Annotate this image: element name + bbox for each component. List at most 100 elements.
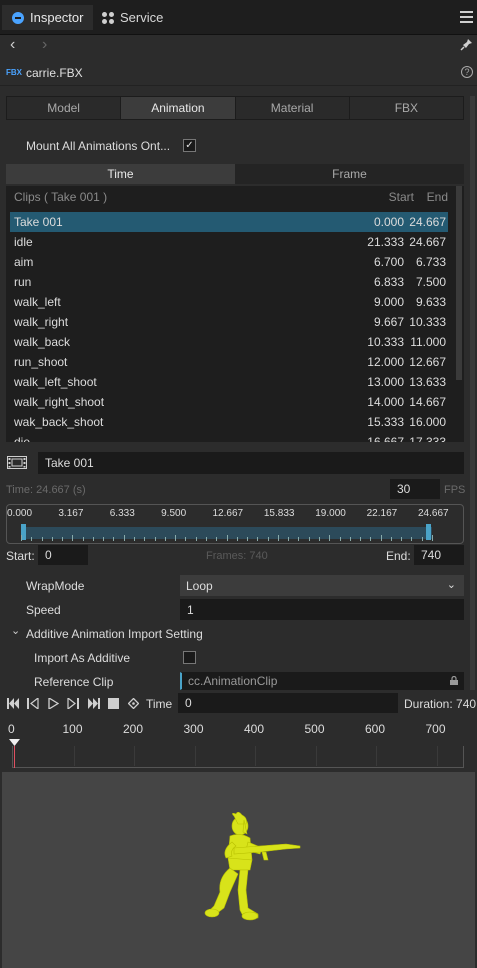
clip-row[interactable]: Take 001 0.000 24.667 (10, 212, 448, 232)
fps-input[interactable]: 30 (390, 479, 440, 499)
range-label: 0.000 (7, 508, 33, 519)
clip-end: 12.667 (409, 355, 446, 369)
clip-name: aim (14, 255, 34, 269)
range-tick (92, 537, 94, 541)
jump-to-end-icon[interactable] (88, 698, 100, 709)
additive-section-title[interactable]: Additive Animation Import Setting (26, 627, 203, 641)
wrap-mode-value: Loop (186, 578, 213, 593)
lock-icon (450, 676, 458, 685)
range-tick (226, 535, 228, 541)
start-input[interactable]: 0 (38, 545, 88, 565)
tab-time[interactable]: Time (6, 164, 235, 184)
range-ticks (21, 535, 433, 541)
clip-start: 21.333 (367, 235, 404, 249)
tab-fbx[interactable]: FBX (350, 97, 463, 119)
clip-row[interactable]: wak_back_shoot 15.333 16.000 (10, 412, 448, 432)
timeline-track[interactable] (12, 746, 464, 768)
range-tick (401, 537, 403, 541)
tab-inspector-label: Inspector (30, 10, 84, 25)
clip-row[interactable]: aim 6.700 6.733 (10, 252, 448, 272)
clips-list: Clips ( Take 001 ) Start End Take 001 0.0… (6, 186, 464, 442)
clip-start: 12.000 (367, 355, 404, 369)
clips-start-header: Start (388, 190, 414, 204)
tab-service[interactable]: Service (92, 5, 173, 30)
collapse-chevron-icon[interactable]: ⌄ (11, 624, 20, 637)
clip-row[interactable]: walk_left 9.000 9.633 (10, 292, 448, 312)
clip-row[interactable]: idle 21.333 24.667 (10, 232, 448, 252)
clip-name-input[interactable]: Take 001 (38, 452, 464, 474)
clip-row[interactable]: walk_back 10.333 11.000 (10, 332, 448, 352)
clip-row[interactable]: walk_right 9.667 10.333 (10, 312, 448, 332)
range-tick (154, 537, 156, 541)
next-frame-icon[interactable] (67, 698, 79, 709)
mount-all-label: Mount All Animations Ont... (26, 139, 171, 153)
clip-end: 7.500 (415, 275, 446, 289)
range-label: 3.167 (58, 508, 84, 519)
character-model (204, 812, 301, 921)
tab-model[interactable]: Model (7, 97, 122, 119)
chevron-down-icon: ⌄ (446, 579, 456, 591)
end-input[interactable]: 740 (414, 545, 464, 565)
speed-input[interactable]: 1 (180, 599, 464, 620)
range-tick (51, 537, 53, 541)
clip-row[interactable]: die 16.667 17.333 (10, 432, 448, 442)
range-tick (298, 537, 300, 541)
range-tick (329, 535, 331, 541)
keyframe-icon[interactable] (128, 698, 139, 709)
playhead-icon[interactable] (8, 739, 21, 769)
range-tick (421, 537, 423, 541)
clip-range-ruler[interactable]: 0.000 3.167 6.333 9.500 12.667 15.833 19.000 22… (6, 504, 464, 544)
range-tick (31, 537, 33, 541)
panel-tab-bar: Inspector Service (0, 0, 477, 35)
prev-frame-icon[interactable] (27, 698, 39, 709)
import-additive-checkbox[interactable] (183, 651, 196, 664)
clip-time-info: Time: 24.667 (s) (6, 484, 86, 496)
back-arrow-icon[interactable]: ‹ (10, 36, 15, 54)
clip-row[interactable]: walk_right_shoot 14.000 14.667 (10, 392, 448, 412)
timeline-mark (255, 746, 256, 766)
clip-start: 9.667 (373, 315, 404, 329)
tab-material[interactable]: Material (236, 97, 350, 119)
mount-all-checkbox[interactable]: ✓ (183, 139, 196, 152)
tab-frame[interactable]: Frame (235, 164, 464, 184)
timeline-marks (13, 746, 463, 766)
clips-title: Clips ( Take 001 ) (14, 190, 108, 204)
forward-arrow-icon[interactable]: › (42, 36, 47, 54)
inspector-scrollbar[interactable] (470, 96, 475, 690)
clips-list-header: Clips ( Take 001 ) Start End (6, 186, 456, 208)
duration-label: Duration: 740 (404, 697, 477, 711)
clip-row[interactable]: run_shoot 12.000 12.667 (10, 352, 448, 372)
clip-end: 24.667 (409, 215, 446, 229)
help-icon[interactable]: ? (461, 66, 473, 78)
clip-end: 14.667 (409, 395, 446, 409)
clip-name: die (14, 435, 31, 442)
model-preview-viewport[interactable] (2, 772, 475, 968)
play-icon[interactable] (48, 698, 59, 709)
clip-name: Take 001 (14, 215, 63, 229)
timeline-mark (194, 746, 196, 766)
clip-end: 10.333 (409, 315, 446, 329)
range-tick (370, 537, 372, 541)
tab-inspector[interactable]: Inspector (2, 5, 94, 30)
jump-to-start-icon[interactable] (7, 698, 19, 709)
range-tick (103, 537, 105, 541)
stop-icon[interactable] (108, 698, 119, 709)
range-tick (360, 537, 362, 541)
clip-row[interactable]: walk_left_shoot 13.000 13.633 (10, 372, 448, 392)
time-input[interactable]: 0 (178, 693, 398, 713)
clip-name: walk_right_shoot (14, 395, 105, 409)
wrap-mode-select[interactable]: Loop ⌄ (180, 575, 464, 596)
reference-clip-field[interactable]: cc.AnimationClip (180, 672, 464, 690)
tab-animation[interactable]: Animation (121, 97, 236, 119)
range-tick (175, 535, 177, 541)
clip-row[interactable]: run 6.833 7.500 (10, 272, 448, 292)
menu-icon[interactable] (460, 11, 473, 23)
time-frame-toggle: Time Frame (6, 164, 464, 184)
range-labels: 0.000 3.167 6.333 9.500 12.667 15.833 19.000 22… (7, 508, 463, 522)
clips-scrollbar[interactable] (456, 186, 462, 380)
range-label: 12.667 (212, 508, 244, 519)
range-tick (339, 537, 341, 541)
clip-start: 9.000 (373, 295, 404, 309)
range-tick (134, 537, 136, 541)
pin-icon[interactable] (460, 38, 473, 51)
